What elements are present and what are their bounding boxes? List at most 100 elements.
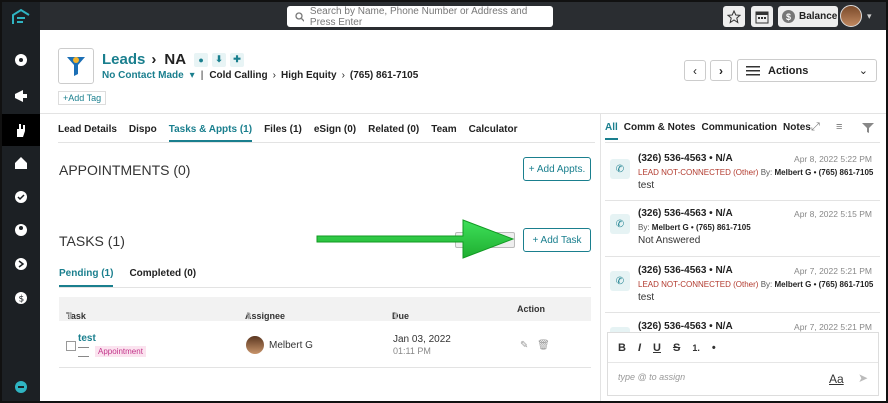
actions-dropdown[interactable]: Actions ⌄	[737, 59, 877, 82]
activity-item[interactable]: ✆ (326) 536-4563 • N/A Apr 7, 2022 5:21 …	[605, 265, 880, 310]
lead-tabs: Lead Details Dispo Tasks & Appts (1) Fil…	[58, 124, 530, 142]
chat-support-icon[interactable]	[14, 380, 28, 394]
activity-tabs: All Comm & Notes Communication Notes	[605, 122, 817, 140]
activity-meta: By: Melbert G • (765) 861-7105	[638, 223, 751, 232]
tab-esign[interactable]: eSign (0)	[314, 124, 356, 142]
row-actions: ✎ 🗑	[520, 340, 550, 351]
bold-button[interactable]: B	[618, 342, 626, 354]
trash-icon[interactable]: 🗑	[537, 340, 550, 351]
dollar-icon: $	[782, 10, 795, 23]
tab-communication[interactable]: Communication	[701, 122, 777, 140]
note-input[interactable]: type @ to assign	[618, 372, 685, 382]
tab-tasks-appts[interactable]: Tasks & Appts (1)	[168, 124, 253, 142]
activity-number: (326) 536-4563 • N/A	[638, 153, 733, 164]
add-task-button[interactable]: + Add Task	[523, 228, 591, 252]
lead-status-dropdown[interactable]: No Contact Made	[102, 70, 184, 81]
expand-icon[interactable]: ⤢	[811, 121, 820, 134]
lead-title: Leads › NA ● ⬇ ✚	[102, 51, 248, 68]
tabs-divider	[58, 142, 595, 143]
user-avatar[interactable]	[840, 5, 862, 27]
tab-dispo[interactable]: Dispo	[129, 124, 157, 142]
subtabs-divider	[59, 287, 591, 288]
chevron-down-icon[interactable]: ▾	[190, 70, 195, 81]
download-icon[interactable]: ⬇	[212, 52, 227, 67]
arrow-circle-icon[interactable]	[14, 257, 28, 271]
calendar-icon	[755, 11, 769, 23]
activity-text: Not Answered	[638, 235, 701, 246]
megaphone-icon[interactable]	[14, 89, 28, 103]
path-campaign: Cold Calling	[209, 70, 268, 81]
chevron-right-icon: ›	[272, 70, 276, 81]
breadcrumb-leads-link[interactable]: Leads	[102, 51, 145, 68]
filter-icon[interactable]	[861, 122, 875, 134]
appointment-badge: Appointment	[95, 346, 146, 357]
balance-button[interactable]: $ Balance	[778, 6, 838, 27]
bullet-list-button[interactable]: •	[712, 342, 716, 354]
activity-text: test	[638, 180, 655, 191]
due-date: Jan 03, 2022	[393, 334, 451, 345]
tab-pending[interactable]: Pending (1)	[59, 268, 114, 287]
leads-hand-icon[interactable]	[13, 122, 29, 138]
chevron-right-icon: ›	[341, 70, 345, 81]
activity-date: Apr 8, 2022 5:22 PM	[794, 154, 872, 164]
user-circle-icon[interactable]	[14, 223, 28, 237]
dashboard-icon[interactable]	[14, 53, 28, 67]
check-circle-icon[interactable]	[14, 190, 28, 204]
task-checkbox[interactable]	[66, 341, 76, 351]
table-row: test Appointment Melbert G Jan 03, 2022 …	[59, 325, 591, 365]
activity-divider	[605, 312, 880, 313]
italic-button[interactable]: I	[638, 342, 641, 354]
chevron-down-icon[interactable]: ▾	[867, 11, 872, 22]
edit-icon[interactable]: ✎	[520, 340, 528, 351]
svg-text:$: $	[19, 295, 25, 305]
balance-label: Balance	[799, 11, 838, 22]
task-link[interactable]: test	[78, 333, 96, 344]
tasks-table-header: Task ⇕ Assignee ⇕ Due ⇕ Action	[59, 297, 591, 321]
chevron-right-icon: ›	[719, 63, 723, 78]
task-subtabs: Pending (1) Completed (0)	[59, 268, 212, 287]
tab-files[interactable]: Files (1)	[264, 124, 302, 142]
format-toggle-button[interactable]: Aa	[829, 372, 844, 386]
tab-calculator[interactable]: Calculator	[469, 124, 518, 142]
search-input[interactable]: Search by Name, Phone Number or Address …	[287, 6, 553, 28]
tab-related[interactable]: Related (0)	[368, 124, 419, 142]
ordered-list-button[interactable]: 1.	[692, 343, 700, 353]
tab-lead-details[interactable]: Lead Details	[58, 124, 117, 142]
strikethrough-button[interactable]: S	[673, 342, 680, 354]
left-sidebar: $	[2, 2, 40, 401]
calendar-button[interactable]	[751, 6, 773, 27]
tab-comm-notes[interactable]: Comm & Notes	[624, 122, 696, 140]
send-icon[interactable]: ➤	[858, 371, 868, 385]
activity-item[interactable]: ✆ (326) 536-4563 • N/A Apr 7, 2022 5:21 …	[605, 321, 880, 332]
home-icon[interactable]	[14, 156, 28, 170]
underline-button[interactable]: U	[653, 342, 661, 354]
activity-by: By:	[760, 168, 773, 177]
pin-icon[interactable]: ✚	[230, 52, 245, 67]
next-lead-button[interactable]: ›	[710, 60, 732, 81]
tab-team[interactable]: Team	[431, 124, 456, 142]
previous-lead-button[interactable]: ‹	[684, 60, 706, 81]
chevron-down-icon: ⌄	[858, 65, 868, 77]
add-tag-button[interactable]: +Add Tag	[58, 91, 107, 105]
activity-agent: Melbert G • (765) 861-7105	[774, 280, 874, 289]
add-appointment-button[interactable]: + Add Appts.	[523, 157, 591, 181]
activity-date: Apr 7, 2022 5:21 PM	[794, 322, 872, 332]
favorite-button[interactable]	[723, 6, 745, 27]
location-pin-icon[interactable]: ●	[194, 52, 209, 67]
lead-name: NA	[164, 51, 187, 68]
sort-lines-icon[interactable]: ≡	[836, 121, 842, 133]
tab-all[interactable]: All	[605, 122, 618, 140]
notes-icon	[78, 347, 89, 357]
app-logo-icon[interactable]	[11, 8, 31, 26]
tab-notes[interactable]: Notes	[783, 122, 811, 140]
chevron-right-icon: ›	[151, 51, 157, 68]
dollar-circle-icon[interactable]: $	[14, 291, 28, 305]
editor-toolbar: B I U S 1. •	[608, 333, 878, 363]
activity-item[interactable]: ✆ (326) 536-4563 • N/A Apr 8, 2022 5:22 …	[605, 153, 880, 198]
star-icon	[727, 9, 741, 24]
activity-item[interactable]: ✆ (326) 536-4563 • N/A Apr 8, 2022 5:15 …	[605, 208, 880, 253]
lead-funnel-avatar	[58, 48, 94, 84]
tab-completed[interactable]: Completed (0)	[129, 268, 196, 287]
activity-number: (326) 536-4563 • N/A	[638, 265, 733, 276]
note-editor: B I U S 1. • type @ to assign Aa ➤	[607, 332, 879, 396]
